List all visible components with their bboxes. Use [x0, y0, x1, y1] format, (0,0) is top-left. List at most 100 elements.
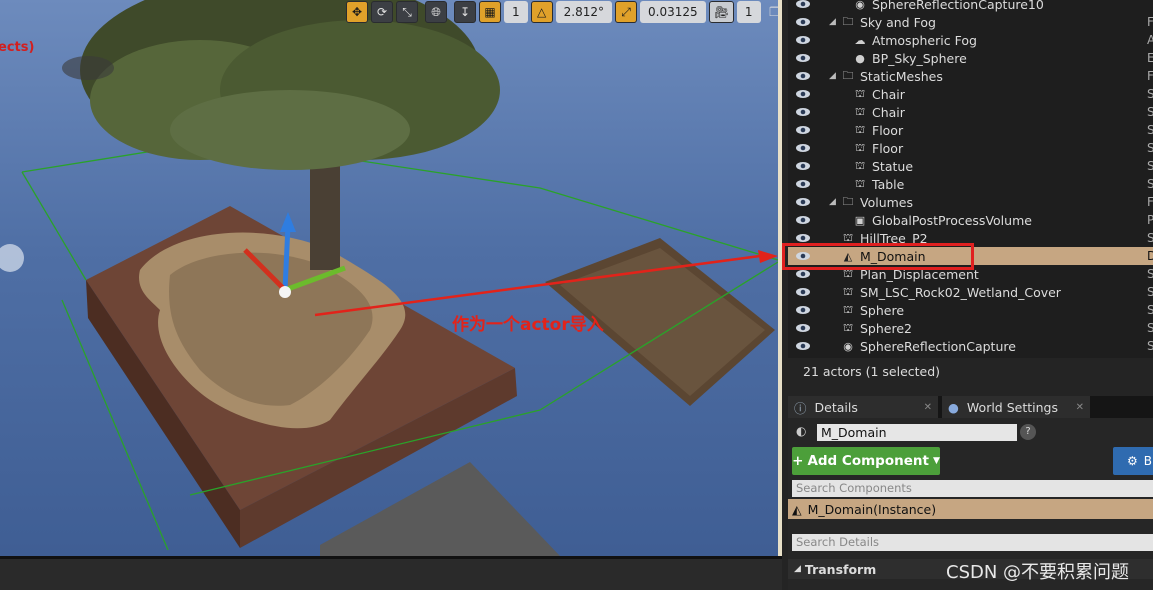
visibility-eye-icon[interactable] — [795, 125, 811, 135]
close-icon[interactable]: ✕ — [1076, 402, 1084, 413]
outliner-row[interactable]: ⛫ Sphere S — [788, 301, 1153, 319]
outliner-row-label: GlobalPostProcessVolume — [872, 212, 1032, 228]
outliner-row[interactable]: ☁ Atmospheric Fog A — [788, 31, 1153, 49]
outliner-row-type: S — [1147, 177, 1153, 191]
outliner-row-label: Statue — [872, 158, 914, 174]
outliner-row-label: Floor — [872, 122, 904, 138]
tab-details[interactable]: ⓘ Details ✕ — [788, 396, 938, 418]
static-mesh-icon: ⛫ — [842, 320, 854, 334]
annotation-text: 作为一个actor导入 — [452, 315, 604, 335]
visibility-eye-icon[interactable] — [795, 71, 811, 81]
visibility-eye-icon[interactable] — [795, 305, 811, 315]
expand-arrow-icon[interactable]: ◢ — [829, 71, 836, 81]
outliner-row-type: F — [1147, 69, 1153, 83]
reflection-capture-icon: ◉ — [843, 339, 853, 353]
outliner-row[interactable]: ⛫ Chair S — [788, 85, 1153, 103]
outliner-row[interactable]: ⛫ SM_LSC_Rock02_Wetland_Cover S — [788, 283, 1153, 301]
outliner-row-label: Volumes — [860, 194, 914, 210]
outliner-row[interactable]: ◢ 🗀︎ Volumes F — [788, 193, 1153, 211]
scene-render — [0, 0, 779, 556]
visibility-eye-icon[interactable] — [795, 197, 811, 207]
grid-snap-value[interactable]: 1 — [504, 1, 528, 23]
visibility-eye-icon[interactable] — [795, 323, 811, 333]
visibility-eye-icon[interactable] — [795, 53, 811, 63]
outliner-row-type: S — [1147, 303, 1153, 317]
close-icon[interactable]: ✕ — [924, 402, 932, 413]
search-details-input[interactable]: Search Details — [792, 534, 1153, 551]
outliner-row-label: Sphere2 — [860, 320, 912, 336]
visibility-eye-icon[interactable] — [795, 233, 811, 243]
details-tab-bar: ⓘ Details ✕ ● World Settings ✕ — [788, 396, 1153, 418]
visibility-eye-icon[interactable] — [795, 269, 811, 279]
globe-icon: ● — [948, 399, 959, 415]
static-mesh-icon: ⛫ — [854, 104, 866, 118]
outliner-row[interactable]: ⛫ Chair S — [788, 103, 1153, 121]
outliner-row-type: S — [1147, 159, 1153, 173]
camera-speed-icon[interactable]: 🎥︎ — [708, 1, 734, 23]
outliner-row-type: A — [1147, 33, 1153, 47]
visibility-eye-icon[interactable] — [795, 35, 811, 45]
surface-snap-icon[interactable]: ↧ — [454, 1, 476, 23]
camera-speed-value[interactable]: 1 — [736, 1, 761, 23]
outliner-row-label: Chair — [872, 104, 905, 120]
visibility-eye-icon[interactable] — [795, 17, 811, 27]
static-mesh-icon: ⛫ — [854, 158, 866, 172]
visibility-eye-icon[interactable] — [795, 341, 811, 351]
outliner-row-type: S — [1147, 285, 1153, 299]
expand-arrow-icon[interactable]: ◢ — [829, 17, 836, 27]
visibility-eye-icon[interactable] — [795, 161, 811, 171]
visibility-eye-icon[interactable] — [795, 143, 811, 153]
scale-snap-icon[interactable]: ⤢ — [615, 1, 637, 23]
outliner-row[interactable]: ⛫ Table S — [788, 175, 1153, 193]
expand-arrow-icon[interactable]: ◢ — [829, 197, 836, 207]
landscape-icon: ◭ — [792, 501, 802, 517]
help-icon[interactable]: ? — [1020, 424, 1036, 440]
visibility-eye-icon[interactable] — [795, 215, 811, 225]
visibility-eye-icon[interactable] — [795, 89, 811, 99]
collapse-arrow-icon: ◢ — [794, 564, 801, 574]
actor-count-label: 21 actors (1 selected) — [803, 364, 941, 379]
outliner-row[interactable]: ◢ 🗀︎ Sky and Fog F — [788, 13, 1153, 31]
rotate-mode-icon[interactable]: ⟳ — [371, 1, 393, 23]
viewport-partial-label: ects) — [0, 40, 35, 55]
grid-snap-icon[interactable]: ▦ — [479, 1, 501, 23]
add-component-button[interactable]: + Add Component ▼ — [792, 447, 940, 475]
component-instance-row[interactable]: ◭ M_Domain(Instance) — [788, 499, 1153, 519]
atmospheric-fog-icon: ☁ — [854, 33, 866, 47]
outliner-row[interactable]: ⛫ Statue S — [788, 157, 1153, 175]
outliner-row-type: F — [1147, 15, 1153, 29]
outliner-row[interactable]: ◉ SphereReflectionCapture10 — [788, 0, 1153, 13]
outliner-row[interactable]: ▣ GlobalPostProcessVolume P — [788, 211, 1153, 229]
visibility-eye-icon[interactable] — [795, 179, 811, 189]
outliner-row[interactable]: ⛫ Floor S — [788, 121, 1153, 139]
search-components-input[interactable]: Search Components — [792, 480, 1153, 497]
plus-icon: + — [792, 453, 804, 469]
outliner-row-label: SphereReflectionCapture10 — [872, 0, 1044, 12]
scale-snap-value[interactable]: 0.03125 — [640, 1, 706, 23]
outliner-row-label: Atmospheric Fog — [872, 32, 977, 48]
outliner-row-type: S — [1147, 339, 1153, 353]
blueprint-button-label: B — [1143, 454, 1152, 468]
tab-world-settings[interactable]: ● World Settings ✕ — [942, 396, 1090, 418]
actor-name-field[interactable]: M_Domain — [817, 424, 1017, 441]
visibility-eye-icon[interactable] — [795, 0, 811, 9]
level-viewport[interactable]: ects) 作为一个actor导入 ✥ ⟳ ⤡ 🌐︎ ↧ ▦ 1 △ 2.812… — [0, 0, 782, 556]
visibility-eye-icon[interactable] — [795, 107, 811, 117]
outliner-row-type: F — [1147, 195, 1153, 209]
rotation-snap-icon[interactable]: △ — [530, 1, 553, 23]
outliner-row-label: StaticMeshes — [860, 68, 943, 84]
outliner-row[interactable]: ⛫ Floor S — [788, 139, 1153, 157]
outliner-row[interactable]: ◢ 🗀︎ StaticMeshes F — [788, 67, 1153, 85]
world-local-icon[interactable]: 🌐︎ — [425, 1, 447, 23]
outliner-row[interactable]: ⛫ Sphere2 S — [788, 319, 1153, 337]
outliner-row[interactable]: ● BP_Sky_Sphere E — [788, 49, 1153, 67]
outliner-row[interactable]: ◉ SphereReflectionCapture S — [788, 337, 1153, 355]
blueprint-button[interactable]: ⚙ B — [1113, 447, 1153, 475]
add-component-label: Add Component — [807, 453, 929, 469]
scale-mode-icon[interactable]: ⤡ — [396, 1, 418, 23]
rotation-snap-value[interactable]: 2.812° — [555, 1, 612, 23]
outliner-row-label: Sphere — [860, 302, 905, 318]
translate-mode-icon[interactable]: ✥ — [346, 1, 368, 23]
visibility-eye-icon[interactable] — [795, 287, 811, 297]
bottom-bar — [0, 556, 782, 590]
